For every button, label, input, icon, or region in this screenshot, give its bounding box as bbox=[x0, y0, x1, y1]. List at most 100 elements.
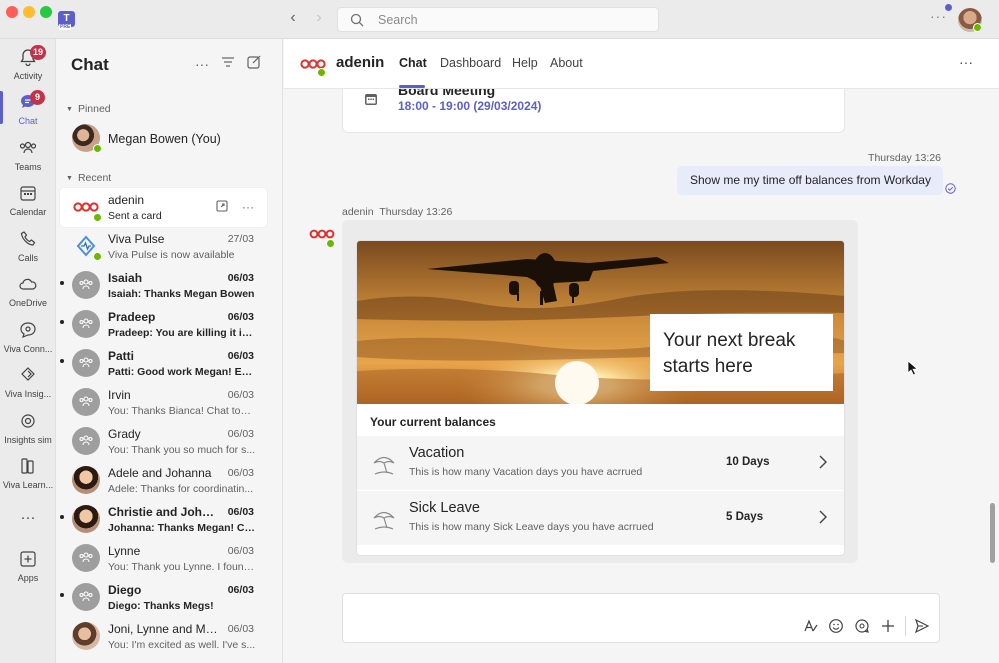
chat-row-viva-pulse[interactable]: Viva Pulse 27/03 Viva Pulse is now avail… bbox=[60, 227, 267, 266]
rail-viva-learning[interactable]: Viva Learn... bbox=[0, 452, 56, 496]
format-button[interactable] bbox=[802, 618, 820, 636]
chat-row-diego[interactable]: Diego 06/03 Diego: Thanks Megs! bbox=[60, 578, 267, 617]
avatar bbox=[72, 622, 100, 650]
balance-title: Sick Leave bbox=[409, 500, 480, 516]
conversation-scrollbar[interactable] bbox=[990, 503, 995, 563]
chat-row-adenin[interactable]: adenin Sent a card ··· bbox=[60, 188, 267, 227]
meeting-title: Board Meeting bbox=[398, 89, 496, 98]
chat-row-more-button[interactable]: ··· bbox=[241, 200, 255, 214]
chat-row-pradeep[interactable]: Pradeep 06/03 Pradeep: You are killing i… bbox=[60, 305, 267, 344]
rail-label: Teams bbox=[14, 162, 42, 172]
rail-label: Calls bbox=[17, 253, 38, 263]
rail-apps[interactable]: Apps bbox=[0, 545, 56, 589]
chat-preview: Viva Pulse is now available bbox=[108, 249, 235, 261]
sent-message-bubble[interactable]: Show me my time off balances from Workda… bbox=[677, 166, 943, 195]
search-box[interactable] bbox=[337, 7, 659, 32]
rail-label: Viva Insig... bbox=[4, 389, 52, 399]
unread-dot bbox=[60, 359, 64, 363]
chat-date: 06/03 bbox=[227, 584, 254, 596]
rail-label: Viva Learn... bbox=[2, 480, 54, 490]
chat-date: 06/03 bbox=[227, 623, 254, 635]
send-icon bbox=[914, 618, 930, 634]
back-button[interactable]: ‹ bbox=[283, 8, 303, 28]
chat-row-joni-lynne-miriam[interactable]: Joni, Lynne and Mir... 06/03 You: I'm ex… bbox=[60, 617, 267, 656]
group-avatar bbox=[72, 310, 100, 338]
tab-help[interactable]: Help bbox=[512, 56, 538, 70]
new-chat-button[interactable] bbox=[245, 55, 263, 73]
people-icon bbox=[79, 279, 93, 290]
balance-description: This is how many Vacation days you have … bbox=[409, 466, 643, 478]
rail-onedrive[interactable]: OneDrive bbox=[0, 270, 56, 314]
rail-calendar[interactable]: Calendar bbox=[0, 179, 56, 223]
calendar-icon bbox=[365, 94, 377, 105]
active-tab-indicator bbox=[399, 85, 425, 88]
chat-row-grady[interactable]: Grady 06/03 You: Thank you so much for s… bbox=[60, 422, 267, 461]
chat-more-options-button[interactable]: ··· bbox=[193, 55, 211, 73]
conversation-pane: Board Meeting 18:00 - 19:00 (29/03/2024)… bbox=[284, 39, 999, 663]
tab-about[interactable]: About bbox=[550, 56, 583, 70]
balance-card-container: Your next break starts here Your current… bbox=[342, 220, 858, 563]
balance-number: 5 bbox=[726, 511, 733, 523]
beach-umbrella-icon bbox=[373, 456, 395, 475]
chat-name: Joni, Lynne and Mir... bbox=[108, 622, 218, 636]
chat-row-patti[interactable]: Patti 06/03 Patti: Good work Megan! Exc.… bbox=[60, 344, 267, 383]
hero-caption-box: Your next break starts here bbox=[650, 314, 833, 391]
unread-dot bbox=[60, 281, 64, 285]
group-avatar bbox=[72, 544, 100, 572]
people-icon bbox=[79, 318, 93, 329]
pinned-section-header[interactable]: ▼ Pinned bbox=[66, 103, 111, 115]
recent-section-header[interactable]: ▼ Recent bbox=[66, 172, 111, 184]
tab-dashboard[interactable]: Dashboard bbox=[440, 56, 501, 70]
message-composer[interactable] bbox=[342, 593, 940, 643]
loop-button[interactable] bbox=[853, 618, 871, 636]
chat-row-lynne[interactable]: Lynne 06/03 You: Thank you Lynne. I foun… bbox=[60, 539, 267, 578]
group-avatar bbox=[72, 349, 100, 377]
chat-name: Adele and Johanna bbox=[108, 466, 212, 480]
header-more-button[interactable]: ··· bbox=[959, 54, 973, 70]
close-window-button[interactable] bbox=[6, 6, 18, 18]
rail-label: OneDrive bbox=[8, 298, 47, 308]
conversation-header: adenin Chat Dashboard Help About ··· bbox=[284, 39, 999, 89]
pinned-chat-row[interactable]: Megan Bowen (You) bbox=[60, 119, 267, 158]
chat-row-isaiah[interactable]: Isaiah 06/03 Isaiah: Thanks Megan Bowen bbox=[60, 266, 267, 305]
tab-chat[interactable]: Chat bbox=[399, 56, 427, 70]
rail-chat[interactable]: 9 Chat bbox=[0, 88, 56, 132]
forward-button[interactable]: › bbox=[309, 8, 329, 28]
meeting-card[interactable]: Board Meeting 18:00 - 19:00 (29/03/2024) bbox=[342, 89, 845, 133]
meeting-time-link[interactable]: 18:00 - 19:00 (29/03/2024) bbox=[398, 99, 541, 113]
settings-more-button[interactable]: ··· bbox=[930, 8, 947, 24]
rail-teams[interactable]: Teams bbox=[0, 134, 56, 178]
chevron-right-icon[interactable] bbox=[817, 453, 829, 471]
balance-unit: Days bbox=[742, 456, 770, 468]
rail-activity[interactable]: 19 Activity bbox=[0, 43, 56, 87]
pop-out-icon[interactable] bbox=[215, 200, 229, 214]
message-timestamp: Thursday 13:26 bbox=[379, 206, 453, 218]
chat-preview: You: Thank you so much for s... bbox=[108, 444, 256, 456]
chat-name: Viva Pulse bbox=[108, 232, 165, 246]
rail-calls[interactable]: Calls bbox=[0, 225, 56, 269]
balance-value: 10 Days bbox=[726, 456, 770, 468]
balance-row-sick-leave[interactable]: Sick Leave This is how many Sick Leave d… bbox=[357, 491, 844, 545]
rail-viva-insights[interactable]: Viva Insig... bbox=[0, 361, 56, 405]
attach-button[interactable] bbox=[879, 618, 897, 636]
zoom-window-button[interactable] bbox=[40, 6, 52, 18]
search-input[interactable] bbox=[378, 11, 648, 29]
chat-row-irvin[interactable]: Irvin 06/03 You: Thanks Bianca! Chat tom… bbox=[60, 383, 267, 422]
more-icon: ··· bbox=[20, 509, 36, 526]
send-button[interactable] bbox=[913, 618, 931, 636]
minimize-window-button[interactable] bbox=[23, 6, 35, 18]
chat-row-christie-johanna[interactable]: Christie and Joha... 06/03 Johanna: Than… bbox=[60, 500, 267, 539]
chat-preview: Pradeep: You are killing it in ... bbox=[108, 327, 256, 339]
chevron-right-icon[interactable] bbox=[817, 508, 829, 526]
filter-button[interactable] bbox=[219, 55, 237, 73]
chat-row-adele-johanna[interactable]: Adele and Johanna 06/03 Adele: Thanks fo… bbox=[60, 461, 267, 500]
book-icon bbox=[21, 458, 34, 474]
emoji-button[interactable] bbox=[827, 618, 845, 636]
chat-date: 06/03 bbox=[227, 311, 254, 323]
balance-row-vacation[interactable]: Vacation This is how many Vacation days … bbox=[357, 436, 844, 490]
chat-name: Grady bbox=[108, 427, 141, 441]
rail-insights-sim[interactable]: Insights sim bbox=[0, 407, 56, 451]
rail-label: Apps bbox=[17, 573, 39, 583]
chat-date: 06/03 bbox=[227, 467, 254, 479]
rail-viva-connections[interactable]: Viva Conn... bbox=[0, 316, 56, 360]
